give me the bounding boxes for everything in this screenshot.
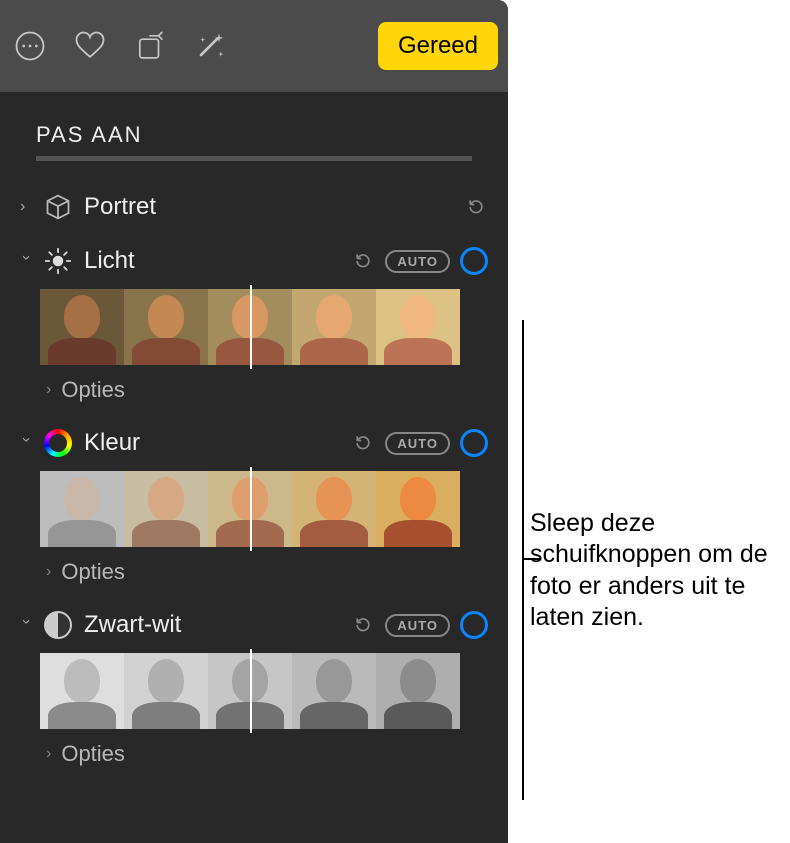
section-label: Zwart-wit	[84, 611, 341, 639]
slider-position-indicator	[250, 285, 252, 369]
thumb	[376, 471, 460, 547]
chevron-right-icon: ›	[46, 745, 51, 763]
options-color[interactable]: › Opties	[20, 551, 488, 595]
reset-icon[interactable]	[351, 249, 375, 273]
options-label: Opties	[61, 741, 125, 767]
thumb	[292, 471, 376, 547]
reset-icon[interactable]	[464, 195, 488, 219]
auto-button[interactable]: AUTO	[385, 614, 450, 637]
adjust-panel: Gereed PAS AAN › Portret › Licht AUTO	[0, 0, 508, 843]
section-header-portrait[interactable]: › Portret	[20, 183, 488, 231]
thumb	[40, 653, 124, 729]
options-light[interactable]: › Opties	[20, 369, 488, 413]
options-label: Opties	[61, 559, 125, 585]
chevron-right-icon: ›	[20, 198, 32, 216]
callout-text: Sleep deze schuifknoppen om de foto er a…	[530, 508, 782, 633]
section-header-bw[interactable]: › Zwart-wit AUTO	[20, 601, 488, 649]
half-circle-icon	[42, 609, 74, 641]
color-slider[interactable]	[40, 471, 460, 547]
chevron-right-icon: ›	[46, 563, 51, 581]
slider-position-indicator	[250, 467, 252, 551]
done-button[interactable]: Gereed	[378, 22, 498, 70]
reset-icon[interactable]	[351, 431, 375, 455]
magic-wand-icon[interactable]	[190, 26, 230, 66]
chevron-right-icon: ›	[46, 381, 51, 399]
light-slider[interactable]	[40, 289, 460, 365]
status-indicator[interactable]	[460, 611, 488, 639]
chevron-down-icon: ›	[17, 437, 35, 449]
status-indicator[interactable]	[460, 429, 488, 457]
auto-button[interactable]: AUTO	[385, 250, 450, 273]
thumb	[124, 471, 208, 547]
panel-title: PAS AAN	[0, 92, 508, 156]
chevron-down-icon: ›	[17, 255, 35, 267]
section-color: › Kleur AUTO › Opties	[0, 419, 508, 595]
thumb	[40, 471, 124, 547]
thumb	[40, 289, 124, 365]
rotate-icon[interactable]	[130, 26, 170, 66]
thumb	[124, 653, 208, 729]
options-bw[interactable]: › Opties	[20, 733, 488, 777]
section-label: Portret	[84, 193, 454, 221]
auto-button[interactable]: AUTO	[385, 432, 450, 455]
section-header-light[interactable]: › Licht AUTO	[20, 237, 488, 285]
more-icon[interactable]	[10, 26, 50, 66]
cube-icon	[42, 191, 74, 223]
chevron-down-icon: ›	[17, 619, 35, 631]
reset-icon[interactable]	[351, 613, 375, 637]
thumb	[376, 289, 460, 365]
section-label: Licht	[84, 247, 341, 275]
section-header-color[interactable]: › Kleur AUTO	[20, 419, 488, 467]
thumb	[292, 289, 376, 365]
heart-icon[interactable]	[70, 26, 110, 66]
toolbar: Gereed	[0, 0, 508, 92]
slider-position-indicator	[250, 649, 252, 733]
thumb	[124, 289, 208, 365]
section-light: › Licht AUTO › Opties	[0, 237, 508, 413]
callout-line	[522, 320, 524, 800]
options-label: Opties	[61, 377, 125, 403]
thumb	[376, 653, 460, 729]
section-portrait: › Portret	[0, 183, 508, 231]
callout-annotation: Sleep deze schuifknoppen om de foto er a…	[522, 320, 782, 800]
section-label: Kleur	[84, 429, 341, 457]
bw-slider[interactable]	[40, 653, 460, 729]
section-bw: › Zwart-wit AUTO › Opties	[0, 601, 508, 777]
status-indicator[interactable]	[460, 247, 488, 275]
thumb	[292, 653, 376, 729]
color-ring-icon	[42, 427, 74, 459]
divider	[36, 156, 472, 161]
brightness-icon	[42, 245, 74, 277]
